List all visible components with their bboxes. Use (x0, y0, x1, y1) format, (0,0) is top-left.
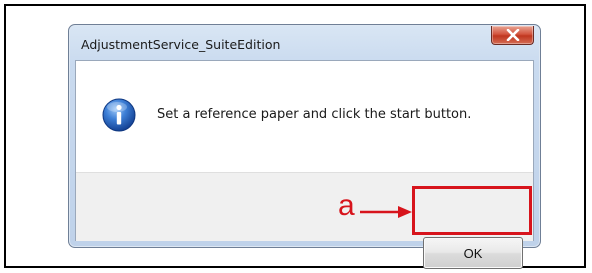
ok-button[interactable]: OK (423, 237, 523, 269)
dialog-title: AdjustmentService_SuiteEdition (81, 37, 281, 52)
close-button[interactable] (491, 26, 534, 45)
ok-button-highlight (412, 186, 532, 235)
figure-frame: AdjustmentService_SuiteEdition Set a ref… (4, 4, 586, 269)
callout-arrow-icon (360, 206, 412, 218)
info-icon (102, 98, 136, 132)
dialog-message: Set a reference paper and click the star… (157, 107, 472, 122)
callout-label: a (338, 189, 355, 222)
close-icon (506, 29, 519, 41)
